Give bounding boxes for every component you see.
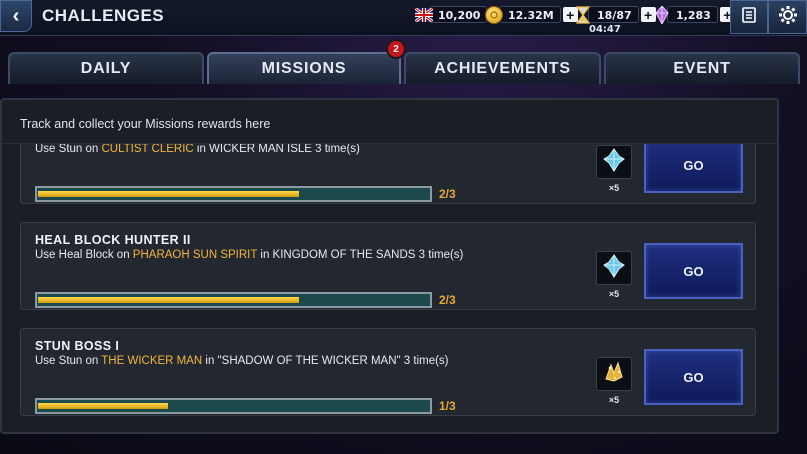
blue-crystal-icon bbox=[601, 147, 627, 178]
reward-quantity: ×5 bbox=[608, 395, 620, 405]
mission-progress-bar bbox=[35, 398, 432, 414]
notes-icon bbox=[740, 6, 758, 29]
go-button[interactable]: GO bbox=[644, 243, 743, 299]
mission-progress-text: 2/3 bbox=[439, 293, 456, 307]
mission-card: STUN BOSS I Use Stun on THE WICKER MAN i… bbox=[20, 328, 756, 416]
chevron-left-icon: ‹ bbox=[12, 4, 20, 27]
mission-title: STUN BOSS I bbox=[35, 339, 120, 353]
energy-value: 18/87 bbox=[588, 6, 639, 23]
reward-quantity: ×5 bbox=[608, 289, 620, 299]
tab-daily[interactable]: DAILY bbox=[8, 52, 204, 84]
mission-target: PHARAOH SUN SPIRIT bbox=[132, 249, 258, 261]
mission-description: Use Heal Block on PHARAOH SUN SPIRIT in … bbox=[35, 249, 464, 261]
flag-currency: 10,200 bbox=[415, 5, 488, 24]
mission-progress-text: 2/3 bbox=[439, 187, 456, 201]
mission-description: Use Stun on THE WICKER MAN in "SHADOW OF… bbox=[35, 355, 449, 367]
crystal-currency: 1,283 + bbox=[653, 5, 735, 24]
mission-progress-bar bbox=[35, 186, 432, 202]
page-title: CHALLENGES bbox=[42, 6, 165, 25]
go-button[interactable]: GO bbox=[644, 137, 743, 193]
crystal-value: 1,283 bbox=[667, 6, 718, 23]
mission-title: HEAL BLOCK HUNTER II bbox=[35, 233, 191, 247]
tab-event[interactable]: EVENT bbox=[604, 52, 800, 84]
panel-header: Track and collect your Missions rewards … bbox=[2, 100, 777, 144]
reward-quantity: ×5 bbox=[608, 183, 620, 193]
mission-description: Use Stun on CULTIST CLERIC in WICKER MAN… bbox=[35, 143, 360, 155]
reward-item[interactable] bbox=[596, 145, 632, 179]
tab-achievements[interactable]: ACHIEVEMENTS bbox=[404, 52, 601, 84]
gold-coin-icon bbox=[485, 5, 503, 24]
mission-progress-text: 1/3 bbox=[439, 399, 456, 413]
settings-button[interactable] bbox=[768, 0, 807, 34]
tab-missions[interactable]: MISSIONS bbox=[207, 52, 401, 84]
notes-button[interactable] bbox=[730, 0, 768, 34]
mission-target: CULTIST CLERIC bbox=[101, 143, 194, 155]
go-button[interactable]: GO bbox=[644, 349, 743, 405]
flag-value: 10,200 bbox=[429, 6, 488, 23]
mission-progress-bar bbox=[35, 292, 432, 308]
mission-progress-fill bbox=[38, 191, 299, 197]
reward-item[interactable] bbox=[596, 357, 632, 391]
hourglass-icon bbox=[574, 5, 592, 24]
gold-value: 12.32M bbox=[499, 6, 561, 23]
flag-icon bbox=[415, 6, 433, 24]
energy-currency: 18/87 + bbox=[574, 5, 656, 24]
reward-item[interactable] bbox=[596, 251, 632, 285]
crystal-icon bbox=[653, 5, 671, 24]
mission-target: THE WICKER MAN bbox=[101, 355, 203, 367]
blue-crystal-icon bbox=[601, 253, 627, 284]
missions-panel: Track and collect your Missions rewards … bbox=[0, 98, 779, 434]
mission-progress-fill bbox=[38, 297, 299, 303]
gold-currency: 12.32M + bbox=[485, 5, 578, 24]
mission-card: HEAL BLOCK HUNTER II Use Heal Block on P… bbox=[20, 222, 756, 310]
gold-shard-icon bbox=[601, 359, 627, 390]
top-bar: ‹ CHALLENGES 10,200 12.32M + 18/87 + 04:… bbox=[0, 0, 807, 36]
energy-timer: 04:47 bbox=[589, 24, 621, 35]
gear-icon bbox=[778, 5, 798, 30]
back-button[interactable]: ‹ bbox=[0, 0, 32, 32]
panel-subtitle: Track and collect your Missions rewards … bbox=[20, 117, 271, 131]
mission-progress-fill bbox=[38, 403, 168, 409]
missions-notification-badge: 2 bbox=[386, 39, 406, 59]
